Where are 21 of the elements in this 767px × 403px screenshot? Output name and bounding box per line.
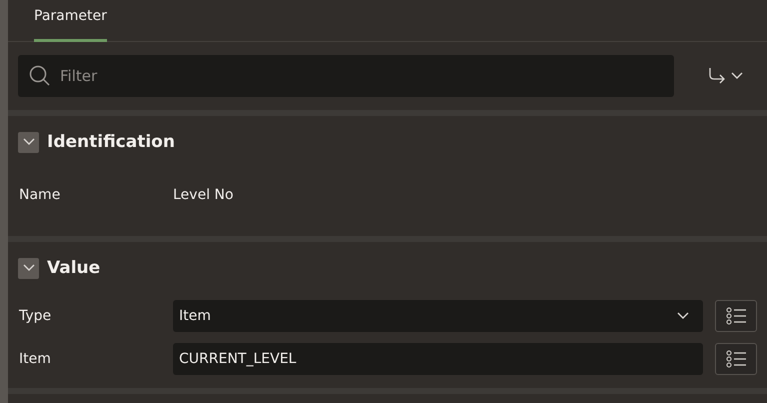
section-title: Identification <box>47 132 175 152</box>
input-field[interactable]: CURRENT_LEVEL <box>173 342 703 374</box>
collapse-toggle[interactable] <box>18 258 39 278</box>
caret-icon <box>731 72 743 80</box>
field-label: Type <box>19 308 52 324</box>
list-button[interactable] <box>715 300 757 332</box>
chevron-icon <box>22 138 34 146</box>
hook-arrow-icon <box>708 67 726 85</box>
select-field[interactable]: Item <box>173 300 703 332</box>
list-icon <box>726 306 746 324</box>
filter-field[interactable]: Filter <box>18 55 674 97</box>
tab[interactable]: Parameter <box>34 0 107 42</box>
field-label: Name <box>19 187 62 203</box>
collapse-toggle[interactable] <box>18 132 39 152</box>
list-icon <box>726 350 746 368</box>
caret-icon <box>677 312 689 320</box>
list-button[interactable] <box>715 342 757 374</box>
field-value: Level No <box>173 187 234 203</box>
chevron-icon <box>22 264 34 272</box>
field-label: Item <box>19 350 52 366</box>
section-title: Value <box>47 258 100 278</box>
